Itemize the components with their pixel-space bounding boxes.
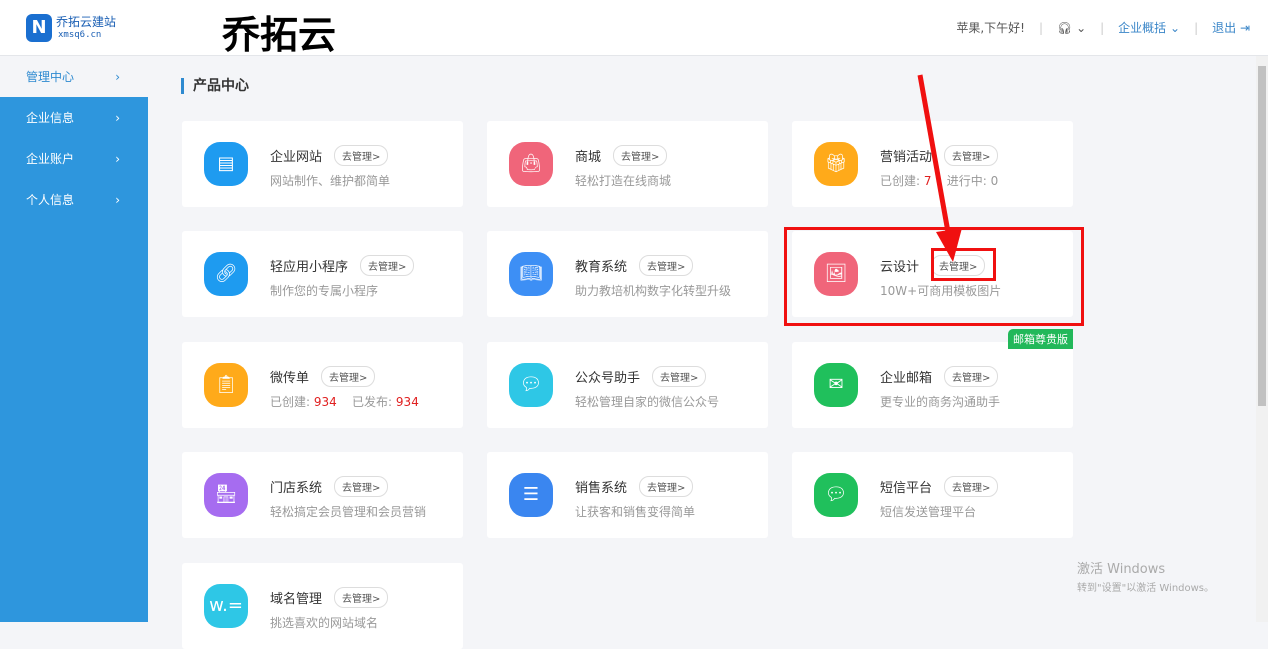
annotation-arrow [917, 74, 962, 262]
